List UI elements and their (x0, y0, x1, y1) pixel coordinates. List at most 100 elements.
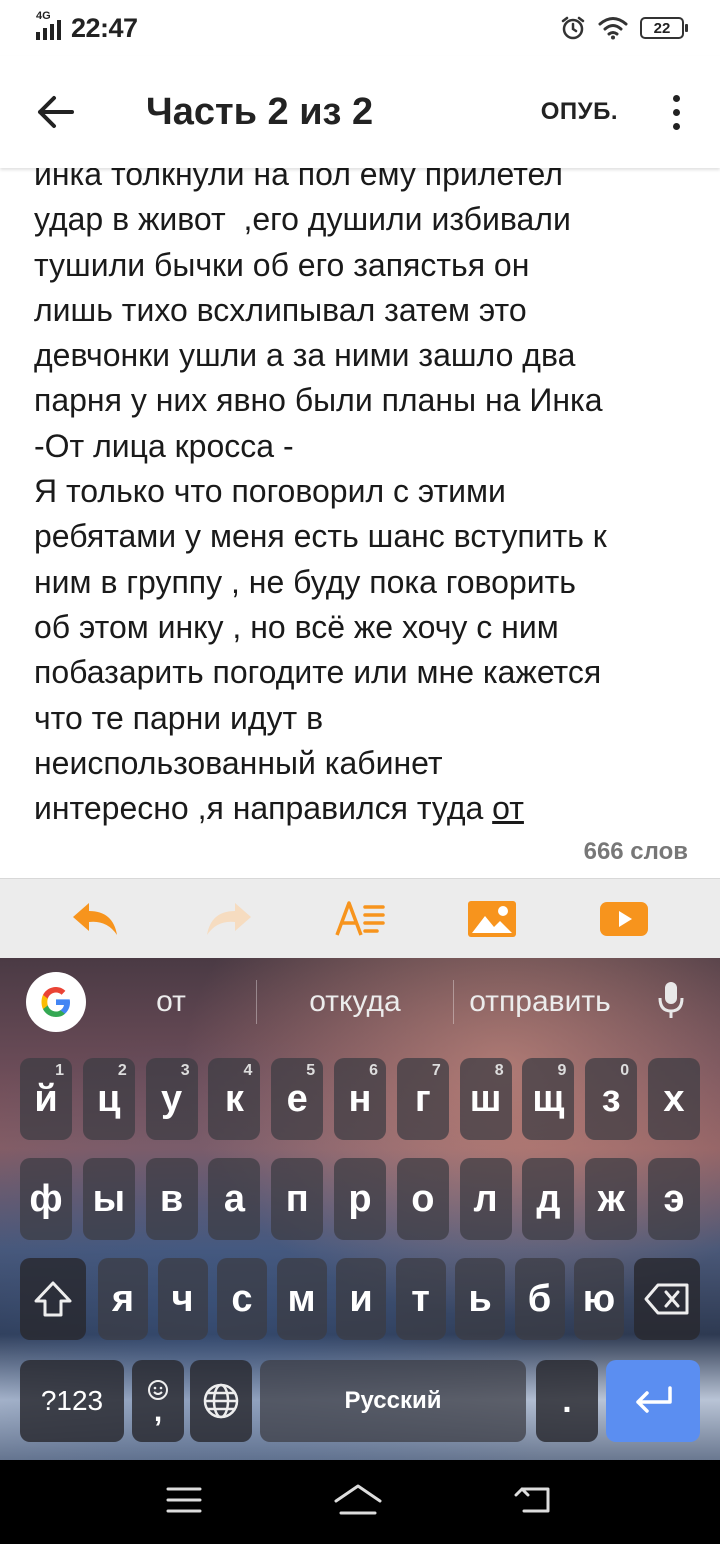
backspace-key[interactable] (634, 1258, 700, 1340)
key[interactable]: ф (20, 1158, 72, 1240)
key[interactable]: в (145, 1158, 198, 1240)
key[interactable]: н6 (334, 1058, 386, 1140)
key[interactable]: ю (574, 1258, 624, 1340)
text-format-icon (335, 900, 385, 936)
key[interactable]: щ9 (522, 1058, 575, 1140)
key[interactable]: ч (157, 1258, 208, 1340)
symbols-key[interactable]: ?123 (20, 1360, 124, 1442)
undo-icon (73, 902, 117, 935)
key[interactable]: о (396, 1158, 449, 1240)
key-hint: 9 (557, 1062, 567, 1079)
key[interactable]: у3 (145, 1058, 198, 1140)
key-label: ы (92, 1177, 126, 1220)
key[interactable]: т (395, 1258, 446, 1340)
editor-line: неиспользованный кабинет (34, 744, 443, 781)
keyboard-row-1: й1ц2у3к4е5н6г7ш8щ9з0х (0, 1058, 720, 1140)
suggestion-1[interactable]: от (86, 985, 256, 1019)
key[interactable]: ь (455, 1258, 505, 1340)
key[interactable]: м (276, 1258, 327, 1340)
battery-icon: 22 (640, 17, 688, 39)
key[interactable]: я (98, 1258, 148, 1340)
key[interactable]: ы (82, 1158, 135, 1240)
key-label: к (224, 1077, 244, 1120)
redo-icon (207, 902, 251, 935)
comma-label: , (153, 1395, 163, 1428)
story-text-editor[interactable]: инка толкнули на пол ему прилетел удар в … (0, 152, 720, 876)
key[interactable]: ц2 (82, 1058, 135, 1140)
editor-line: интересно ,я направился туда от (34, 786, 686, 831)
key-label: д (536, 1177, 561, 1220)
editor-line: тушили бычки об его запястья он (34, 246, 530, 283)
key[interactable]: з0 (585, 1058, 638, 1140)
word-count: 666 слов (583, 838, 688, 865)
editor-line: -От лица кросса - (34, 427, 294, 464)
key[interactable]: б (514, 1258, 565, 1340)
key-label: м (287, 1277, 316, 1320)
back-button[interactable] (0, 56, 112, 168)
editor-line: Я только что поговорил с этими (34, 473, 506, 510)
google-logo-button[interactable] (26, 972, 86, 1032)
key[interactable]: а (208, 1158, 261, 1240)
key-label: а (223, 1177, 245, 1220)
enter-key[interactable] (606, 1360, 700, 1442)
key-hint: 5 (306, 1062, 316, 1079)
key[interactable]: э (648, 1158, 700, 1240)
editor-line: об этом инку , но всё же хочу с ним (34, 608, 559, 645)
suggestion-2[interactable]: откуда (257, 985, 453, 1019)
undo-button[interactable] (56, 879, 136, 959)
more-options-button[interactable] (662, 56, 690, 168)
publish-button[interactable]: ОПУБ. (541, 98, 618, 126)
key[interactable]: ш8 (459, 1058, 512, 1140)
home-button[interactable] (333, 1483, 383, 1522)
key-label: й (34, 1077, 58, 1120)
key-hint: 2 (117, 1062, 127, 1079)
key[interactable]: е5 (271, 1058, 324, 1140)
google-g-icon (41, 987, 70, 1017)
key[interactable]: р (334, 1158, 386, 1240)
key[interactable]: г7 (396, 1058, 449, 1140)
key-label: ц (97, 1077, 121, 1120)
key[interactable]: п (271, 1158, 324, 1240)
editor-line-text: интересно ,я направился туда (34, 790, 493, 827)
cellular-signal-icon: 4G (36, 10, 61, 40)
shift-key[interactable] (20, 1258, 86, 1340)
suggestion-3[interactable]: отправить (454, 985, 626, 1019)
editor-text[interactable]: инка толкнули на пол ему прилетел удар в … (0, 152, 720, 831)
key[interactable]: и (336, 1258, 386, 1340)
key[interactable]: л (459, 1158, 512, 1240)
insert-video-button[interactable] (584, 879, 664, 959)
back-nav-button[interactable] (514, 1485, 554, 1520)
menu-button[interactable] (166, 1486, 202, 1519)
composing-word: от (492, 790, 524, 827)
key-label: с (231, 1277, 253, 1320)
keyboard-row-3: ячсмитьбю (0, 1258, 720, 1340)
space-key[interactable]: Русский (260, 1360, 526, 1442)
editor-line: удар в живот ,его душили избивали (34, 201, 571, 238)
key-hint: 8 (494, 1062, 504, 1079)
comma-emoji-key[interactable]: , (132, 1360, 184, 1442)
menu-icon (166, 1487, 202, 1512)
status-bar: 4G 22:47 22 (0, 0, 720, 56)
voice-input-button[interactable] (658, 980, 684, 1025)
text-format-button[interactable] (320, 879, 400, 959)
key-label: ь (468, 1277, 492, 1320)
back-arrow-icon (38, 96, 74, 128)
key[interactable]: й1 (20, 1058, 72, 1140)
insert-image-button[interactable] (452, 879, 532, 959)
page-title: Часть 2 из 2 (146, 90, 374, 133)
key-hint: 6 (369, 1062, 378, 1079)
backspace-icon (644, 1283, 689, 1315)
language-key[interactable] (190, 1360, 252, 1442)
key[interactable]: х (648, 1058, 700, 1140)
key[interactable]: с (217, 1258, 267, 1340)
key[interactable]: к4 (208, 1058, 261, 1140)
key[interactable]: д (522, 1158, 575, 1240)
key-label: ш (469, 1077, 502, 1120)
key[interactable]: ж (585, 1158, 638, 1240)
wifi-icon (598, 17, 628, 40)
key-label: з (601, 1077, 621, 1120)
key-label: н (348, 1077, 372, 1120)
period-key[interactable]: . (536, 1360, 598, 1442)
key-label: ж (597, 1177, 625, 1220)
redo-button[interactable] (188, 879, 268, 959)
